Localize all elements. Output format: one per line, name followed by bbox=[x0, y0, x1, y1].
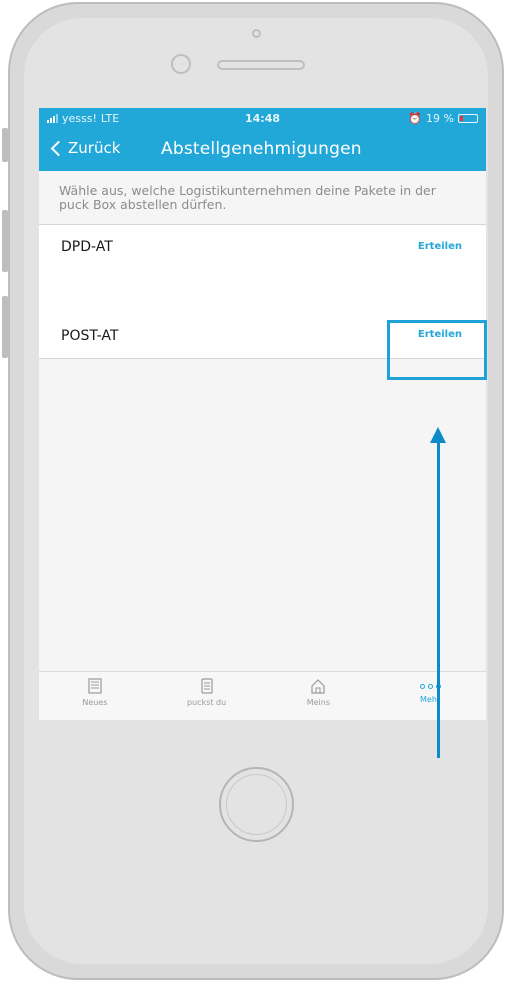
front-camera bbox=[171, 54, 191, 74]
home-icon bbox=[311, 679, 325, 694]
volume-up-button bbox=[2, 210, 8, 272]
chevron-left-icon bbox=[50, 140, 67, 157]
carrier-name-post: POST-AT bbox=[61, 328, 119, 344]
carrier-name-dpd: DPD-AT bbox=[61, 239, 113, 255]
volume-down-button bbox=[2, 296, 8, 358]
battery-icon bbox=[458, 114, 478, 123]
tab-label-meins: Meins bbox=[306, 698, 331, 707]
annotation-highlight-box bbox=[387, 320, 487, 380]
navigation-bar: Zurück Abstellgenehmigungen bbox=[39, 130, 486, 171]
grant-button-dpd[interactable]: Erteilen bbox=[418, 241, 462, 252]
home-button[interactable] bbox=[219, 767, 294, 842]
front-sensor bbox=[252, 29, 261, 38]
annotation-arrow-line bbox=[437, 440, 440, 758]
intro-text: Wähle aus, welche Logistikunternehmen de… bbox=[39, 171, 486, 225]
back-button[interactable]: Zurück bbox=[50, 139, 121, 157]
back-label: Zurück bbox=[68, 139, 121, 157]
tab-bar: Neues puckst du Meins Mehr bbox=[39, 671, 486, 720]
more-dots-icon bbox=[374, 684, 486, 689]
battery-percent: 19 % bbox=[426, 112, 454, 125]
battery-info: ⏰ 19 % bbox=[408, 112, 478, 125]
tab-puckst-du[interactable]: puckst du bbox=[151, 672, 263, 720]
mute-switch bbox=[2, 128, 8, 162]
tab-label-neues: Neues bbox=[82, 698, 108, 707]
tab-meins[interactable]: Meins bbox=[263, 672, 375, 720]
app-screen: yesss! LTE 14:48 ⏰ 19 % Zurück Abstellge… bbox=[39, 108, 486, 720]
tab-mehr[interactable]: Mehr bbox=[374, 672, 486, 720]
carrier-row-dpd: DPD-AT Erteilen bbox=[39, 225, 486, 292]
box-icon bbox=[201, 678, 213, 694]
earpiece-speaker bbox=[217, 60, 305, 70]
alarm-icon: ⏰ bbox=[408, 112, 423, 125]
tab-label-puckst-du: puckst du bbox=[187, 698, 227, 707]
status-bar: yesss! LTE 14:48 ⏰ 19 % bbox=[39, 108, 486, 130]
page-title: Abstellgenehmigungen bbox=[161, 139, 362, 159]
newspaper-icon bbox=[88, 678, 102, 694]
tab-neues[interactable]: Neues bbox=[39, 672, 151, 720]
